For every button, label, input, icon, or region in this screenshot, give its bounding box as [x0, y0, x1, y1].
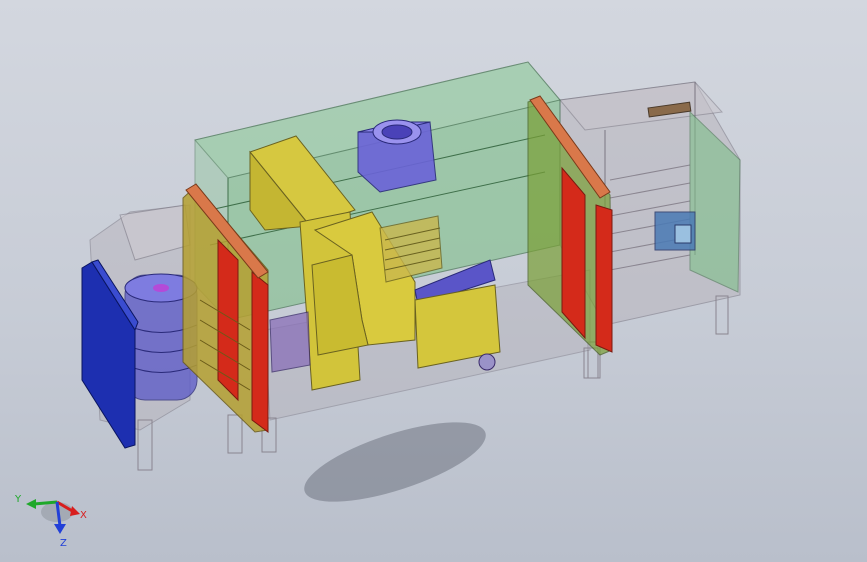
x-axis-label: X — [80, 510, 87, 521]
machine-model[interactable] — [0, 0, 867, 562]
coordinate-triad: Y X Z — [14, 494, 87, 548]
floor-shadow — [304, 422, 486, 502]
y-axis-label: Y — [14, 494, 22, 505]
y-axis-arrow — [33, 500, 58, 506]
cad-viewport[interactable]: Y X Z — [0, 0, 867, 562]
spindle-unit[interactable] — [357, 119, 437, 193]
z-axis-label: Z — [60, 538, 67, 548]
